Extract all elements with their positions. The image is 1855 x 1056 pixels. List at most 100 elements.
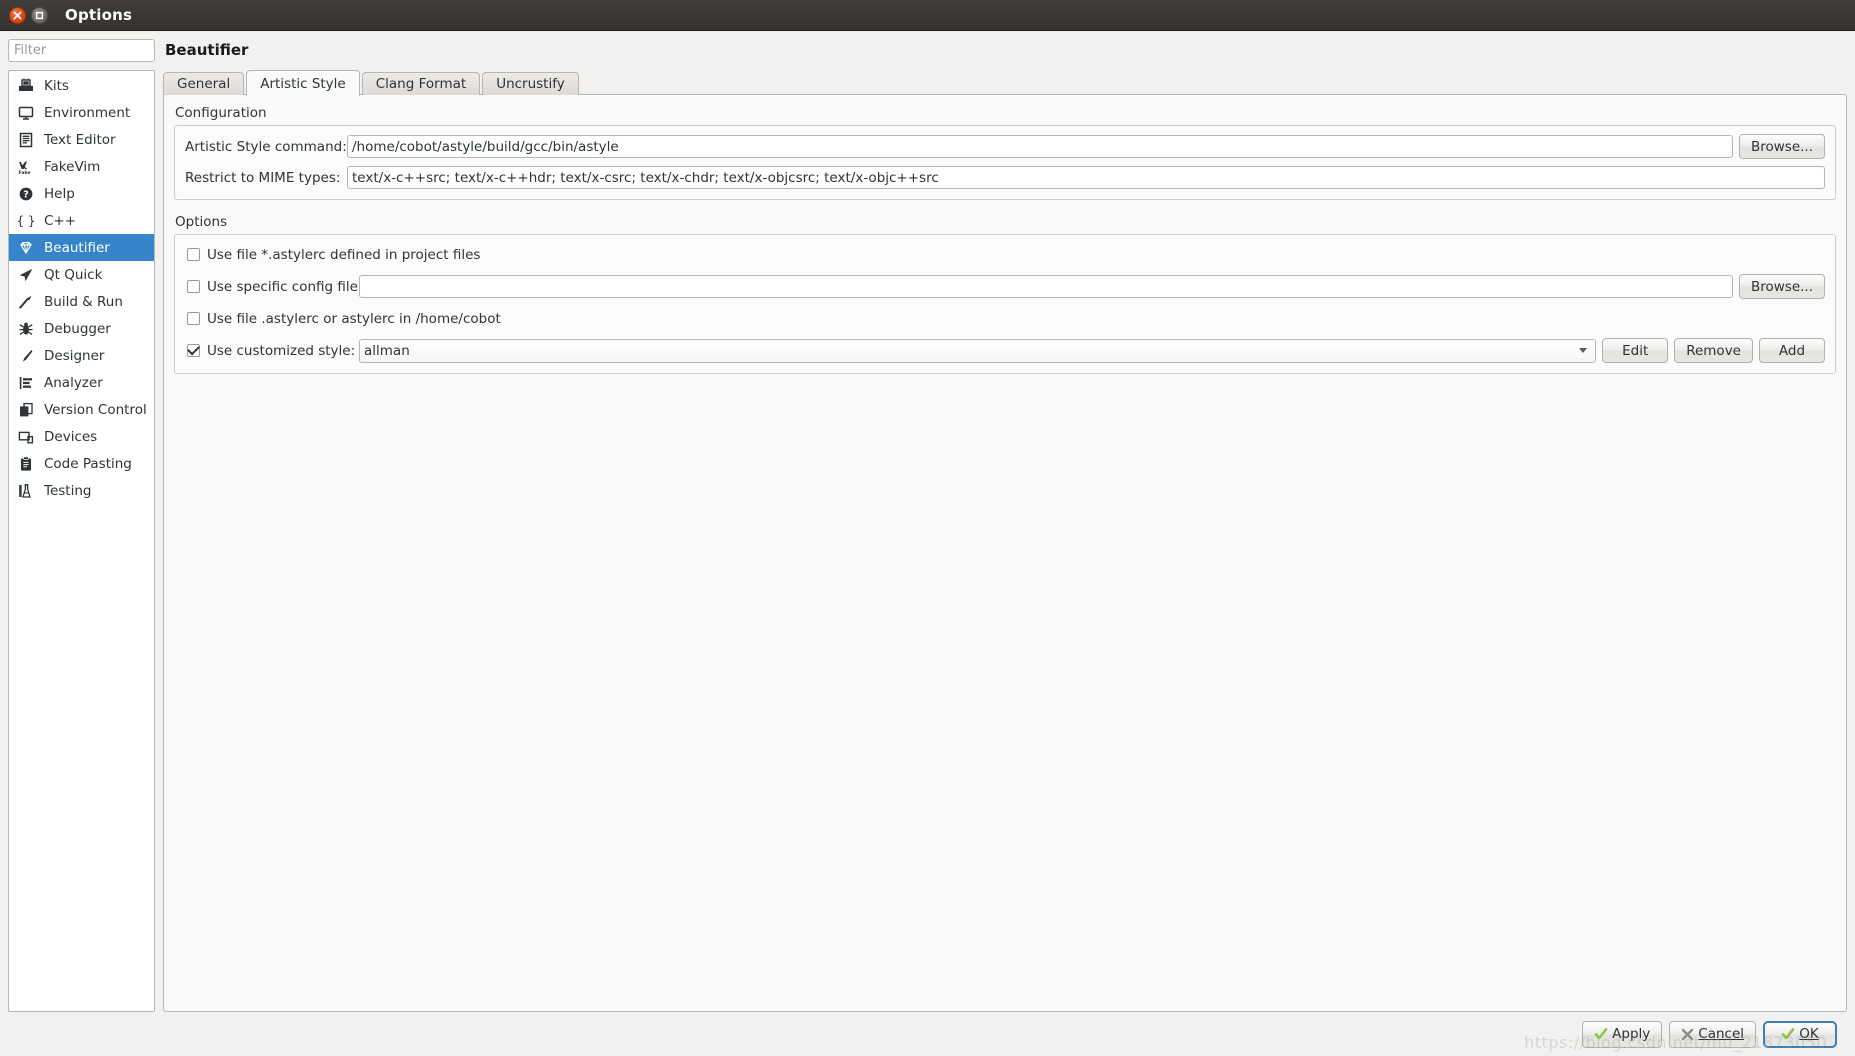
- astyle-command-label: Artistic Style command:: [185, 138, 347, 155]
- use-home-astylerc-checkbox[interactable]: [187, 312, 200, 325]
- filter-input[interactable]: [8, 39, 155, 62]
- sidebar-item-testing[interactable]: Testing: [9, 477, 154, 504]
- sidebar-item-label: Text Editor: [44, 131, 116, 148]
- mime-types-row: Restrict to MIME types:: [185, 166, 1825, 189]
- sidebar-item-help[interactable]: ? Help: [9, 180, 154, 207]
- diamond-icon: [17, 239, 35, 257]
- sidebar-item-label: Analyzer: [44, 374, 103, 391]
- mime-types-label: Restrict to MIME types:: [185, 169, 341, 186]
- tab-bar: General Artistic Style Clang Format Uncr…: [163, 69, 1847, 96]
- use-home-astylerc-row[interactable]: Use file .astylerc or astylerc in /home/…: [185, 307, 1825, 330]
- settings-panel: Beautifier General Artistic Style Clang …: [163, 39, 1847, 1012]
- use-customized-style-checkbox[interactable]: [187, 344, 200, 357]
- use-customized-style-label: Use customized style:: [207, 342, 356, 359]
- sidebar-item-build-run[interactable]: Build & Run: [9, 288, 154, 315]
- apply-button-label: Apply: [1612, 1026, 1651, 1042]
- sidebar-item-label: Environment: [44, 104, 131, 121]
- specific-config-input[interactable]: [359, 275, 1733, 298]
- page-title: Beautifier: [165, 41, 249, 59]
- svg-text:{ }: { }: [18, 214, 34, 228]
- tab-label: General: [177, 76, 231, 92]
- check-icon: [1781, 1027, 1795, 1041]
- use-customized-style-row: Use customized style: allman Edit Remove…: [185, 338, 1825, 363]
- sidebar-item-qt-quick[interactable]: Qt Quick: [9, 261, 154, 288]
- analyzer-bars-icon: [17, 374, 35, 392]
- sidebar-item-label: Help: [44, 185, 75, 202]
- tab-label: Artistic Style: [260, 75, 346, 92]
- flask-icon: [17, 482, 35, 500]
- sidebar-item-label: Version Control: [44, 401, 147, 418]
- artistic-style-panel: Configuration Artistic Style command: Br…: [163, 94, 1847, 1012]
- sidebar-item-analyzer[interactable]: Analyzer: [9, 369, 154, 396]
- svg-text:?: ?: [23, 189, 29, 200]
- use-specific-config-row: Use specific config file: Browse...: [185, 274, 1825, 299]
- sidebar-item-label: Testing: [44, 482, 92, 499]
- use-project-astylerc-checkbox[interactable]: [187, 248, 200, 261]
- sidebar-item-label: C++: [44, 212, 77, 229]
- use-project-astylerc-label: Use file *.astylerc defined in project f…: [207, 246, 481, 263]
- document-lines-icon: [17, 131, 35, 149]
- options-group-title: Options: [175, 214, 228, 230]
- sidebar-item-text-editor[interactable]: Text Editor: [9, 126, 154, 153]
- use-specific-config-checkbox[interactable]: [187, 280, 200, 293]
- window-titlebar: Options: [0, 0, 1855, 31]
- edit-style-button[interactable]: Edit: [1602, 338, 1669, 363]
- sidebar-item-designer[interactable]: Designer: [9, 342, 154, 369]
- customized-style-select[interactable]: allman: [359, 338, 1597, 363]
- pencil-icon: [17, 347, 35, 365]
- astyle-command-row: Artistic Style command: Browse...: [185, 134, 1825, 159]
- configuration-group: Artistic Style command: Browse... Restri…: [174, 125, 1836, 200]
- tab-clang-format[interactable]: Clang Format: [361, 72, 481, 95]
- sidebar-item-fakevim[interactable]: V Fake FakeVim: [9, 153, 154, 180]
- sidebar-item-beautifier[interactable]: Beautifier: [9, 234, 154, 261]
- dialog-footer: https://blog.csdn.net/m0_21873050 Apply …: [8, 1012, 1847, 1056]
- maximize-icon[interactable]: [31, 6, 48, 24]
- check-icon: [1594, 1027, 1608, 1041]
- sidebar-item-debugger[interactable]: Debugger: [9, 315, 154, 342]
- use-project-astylerc-row[interactable]: Use file *.astylerc defined in project f…: [185, 243, 1825, 266]
- add-style-button[interactable]: Add: [1759, 338, 1825, 363]
- sidebar-item-cpp[interactable]: { } C++: [9, 207, 154, 234]
- tab-general[interactable]: General: [163, 72, 245, 95]
- configuration-group-title: Configuration: [175, 105, 267, 121]
- sidebar-item-kits[interactable]: Kits: [9, 72, 154, 99]
- sidebar-item-label: Qt Quick: [44, 266, 103, 283]
- x-mark-icon: [1681, 1028, 1694, 1041]
- tab-artistic-style[interactable]: Artistic Style: [246, 70, 360, 96]
- sidebar-item-devices[interactable]: Devices: [9, 423, 154, 450]
- copy-pages-icon: [17, 401, 35, 419]
- dialog-content: Kits Environment: [8, 39, 1847, 1012]
- bug-icon: [17, 320, 35, 338]
- cancel-button-label: Cancel: [1698, 1026, 1744, 1042]
- options-dialog: Kits Environment: [0, 31, 1855, 1056]
- sidebar-item-label: Devices: [44, 428, 98, 445]
- device-screen-icon: [17, 428, 35, 446]
- clipboard-icon: [17, 455, 35, 473]
- remove-style-button[interactable]: Remove: [1674, 338, 1753, 363]
- question-circle-icon: ?: [17, 185, 35, 203]
- tab-label: Clang Format: [375, 76, 467, 92]
- cancel-button[interactable]: Cancel: [1669, 1020, 1756, 1048]
- options-group: Use file *.astylerc defined in project f…: [174, 234, 1836, 374]
- kit-icon: [17, 77, 35, 95]
- specific-config-browse-button[interactable]: Browse...: [1738, 274, 1825, 299]
- close-icon[interactable]: [9, 6, 26, 24]
- sidebar-item-environment[interactable]: Environment: [9, 99, 154, 126]
- astyle-command-input[interactable]: [347, 135, 1733, 158]
- sidebar-item-code-pasting[interactable]: Code Pasting: [9, 450, 154, 477]
- fakevim-icon: V Fake: [17, 158, 35, 176]
- sidebar-item-label: Beautifier: [44, 239, 110, 256]
- sidebar-item-label: Code Pasting: [44, 455, 132, 472]
- use-specific-config-label: Use specific config file:: [207, 278, 363, 295]
- apply-button[interactable]: Apply: [1582, 1020, 1663, 1048]
- paper-plane-icon: [17, 266, 35, 284]
- mime-types-input[interactable]: [347, 166, 1825, 189]
- chevron-down-icon: [1579, 348, 1588, 353]
- astyle-command-browse-button[interactable]: Browse...: [1738, 134, 1825, 159]
- ok-button[interactable]: OK: [1763, 1020, 1837, 1048]
- category-list[interactable]: Kits Environment Text Editor V Fake Fake…: [8, 70, 155, 1012]
- svg-text:Fake: Fake: [19, 170, 31, 175]
- sidebar-item-version-control[interactable]: Version Control: [9, 396, 154, 423]
- sidebar-item-label: Debugger: [44, 320, 111, 337]
- tab-uncrustify[interactable]: Uncrustify: [482, 72, 579, 95]
